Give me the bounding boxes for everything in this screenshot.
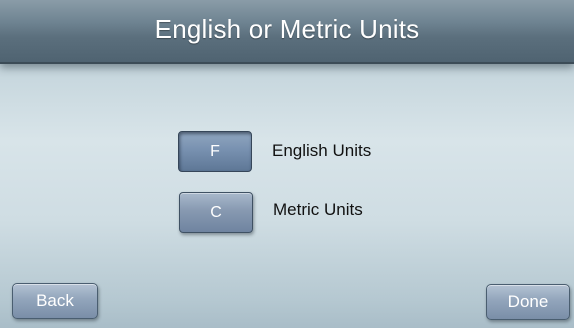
metric-units-label: Metric Units — [273, 200, 363, 219]
english-units-label: English Units — [272, 141, 372, 160]
done-button[interactable]: Done — [486, 284, 570, 320]
units-screen: English or Metric Units F English Units … — [0, 0, 574, 328]
page-title: English or Metric Units — [154, 14, 420, 44]
metric-units-button[interactable]: C — [179, 192, 253, 233]
english-units-button[interactable]: F — [178, 131, 252, 172]
back-button[interactable]: Back — [12, 283, 98, 319]
header-bar: English or Metric Units — [0, 0, 574, 64]
